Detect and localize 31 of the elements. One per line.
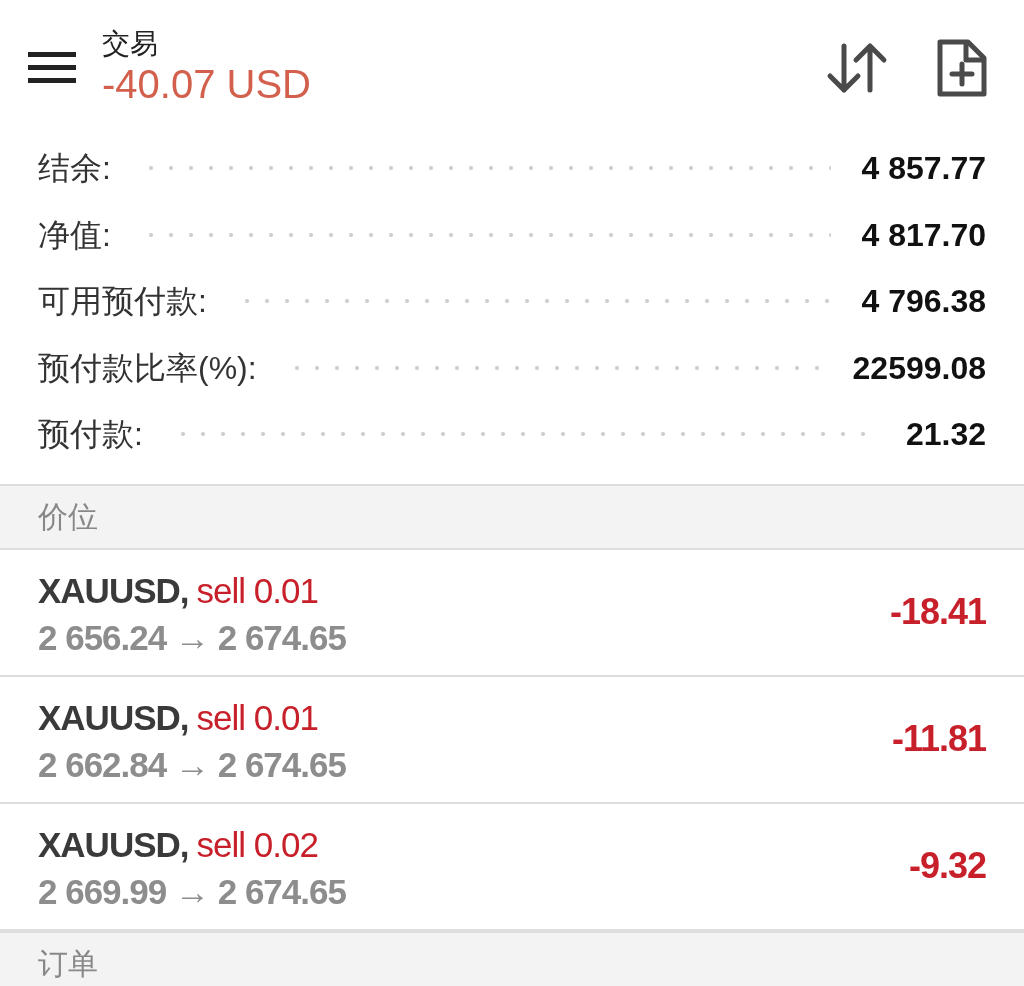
summary-label: 可用预付款: [38, 282, 207, 322]
position-profit: -9.32 [908, 844, 986, 888]
position-order: sell 0.02 [196, 823, 318, 866]
summary-value: 4 857.77 [861, 149, 986, 189]
summary-value: 4 817.70 [861, 215, 986, 255]
position-order: sell 0.01 [196, 569, 318, 612]
position-symbol: XAUUSD, [38, 823, 189, 866]
summary-label: 结余: [38, 149, 111, 189]
total-profit: -40.07 USD [102, 61, 312, 109]
position-profit: -18.41 [889, 590, 986, 634]
position-prices: 2 662.84 → 2 674.65 [38, 744, 347, 787]
position-order: sell 0.01 [196, 696, 318, 739]
summary-value: 21.32 [905, 415, 986, 455]
new-order-button[interactable] [936, 37, 988, 98]
position-row[interactable]: XAUUSD, sell 0.01 2 656.24 → 2 674.65 -18.41 [0, 549, 1024, 677]
screen-title: 交易 [102, 26, 159, 61]
position-profit: -11.81 [891, 717, 986, 761]
position-row[interactable]: XAUUSD, sell 0.01 2 662.84 → 2 674.65 -11.81 [0, 676, 1024, 804]
position-symbol: XAUUSD, [38, 569, 189, 612]
sort-button[interactable] [826, 41, 888, 94]
summary-value: 22599.08 [852, 348, 986, 388]
summary-value: 4 796.38 [861, 282, 986, 322]
section-header: 价位 [38, 499, 98, 535]
position-prices: 2 669.99 → 2 674.65 [38, 871, 347, 914]
section-header: 订单 [38, 946, 98, 982]
summary-label: 净值: [38, 215, 111, 255]
summary-label: 预付款: [38, 415, 143, 455]
position-prices: 2 656.24 → 2 674.65 [38, 617, 347, 660]
menu-button[interactable] [28, 49, 78, 86]
position-symbol: XAUUSD, [38, 696, 189, 739]
summary-label: 预付款比率(%): [38, 348, 257, 388]
